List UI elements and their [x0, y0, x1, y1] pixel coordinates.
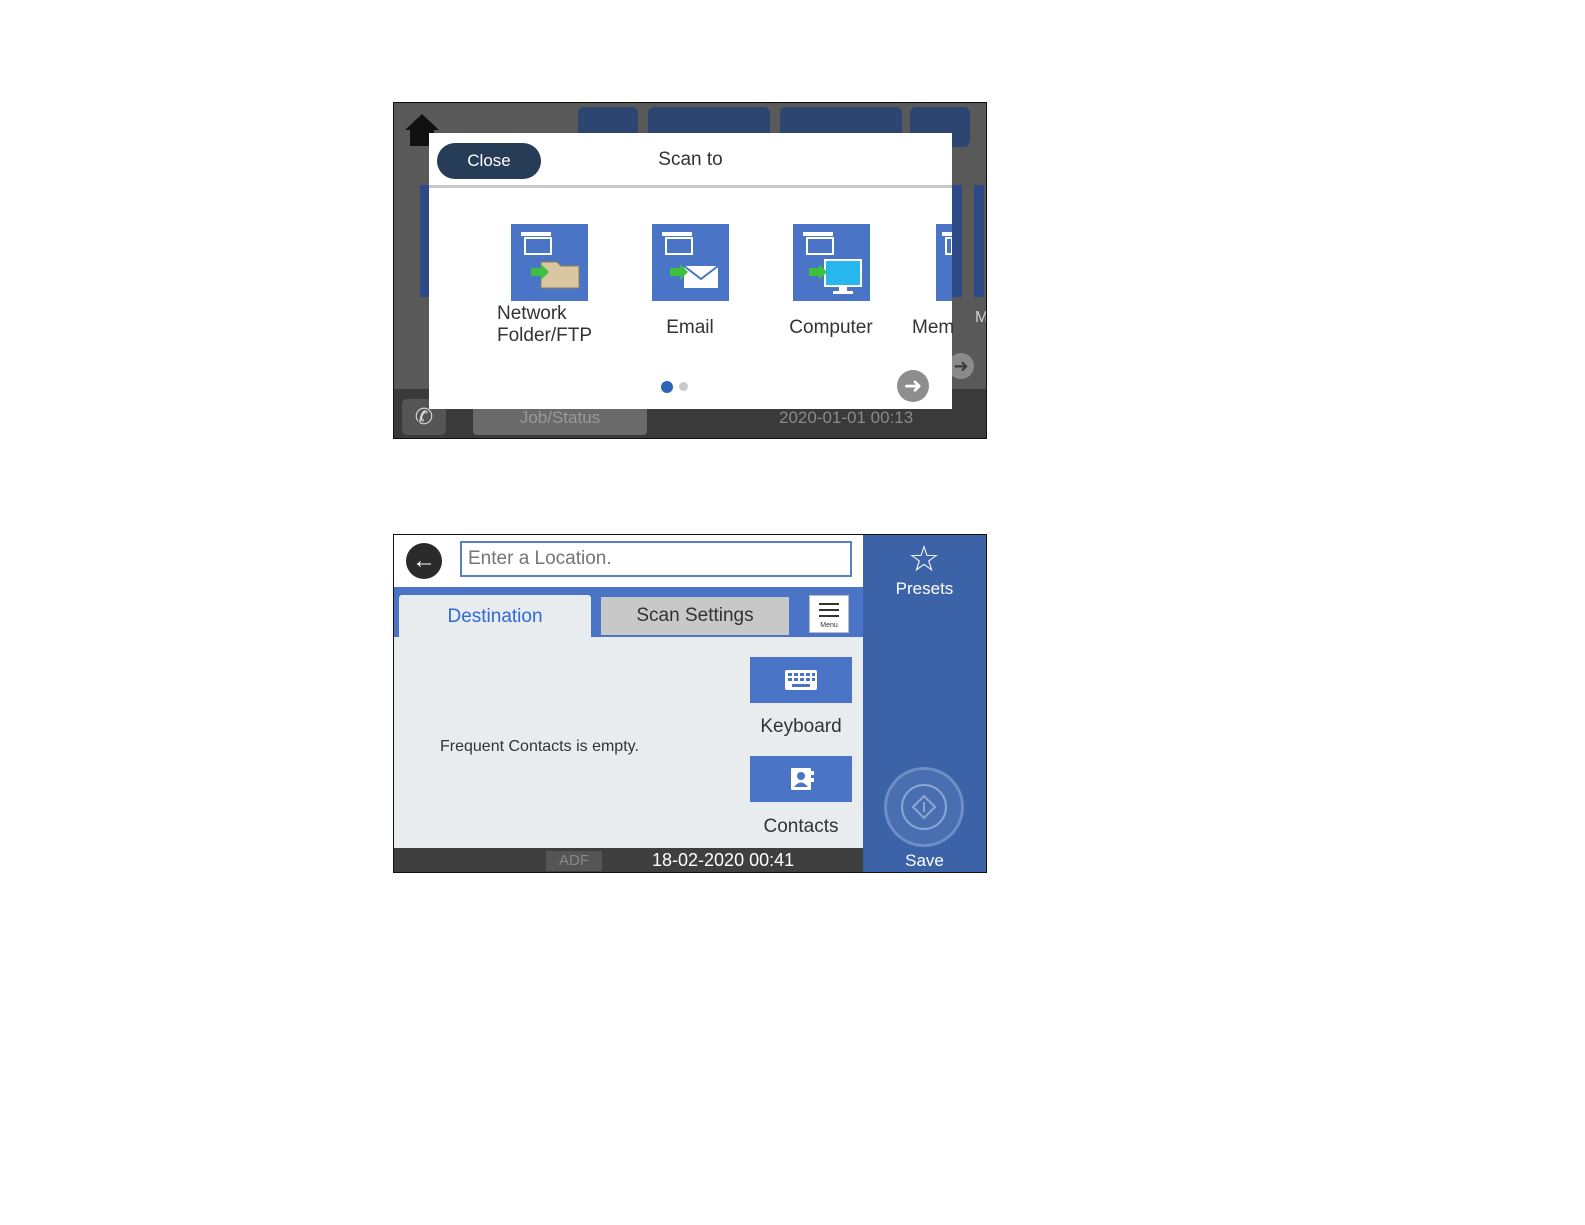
scan-option-email[interactable]: Email [630, 224, 750, 339]
computer-icon [792, 224, 870, 301]
scan-option-memory-device[interactable]: Mem [912, 224, 972, 339]
keyboard-label: Keyboard [760, 716, 842, 737]
save-label: Save [905, 851, 944, 870]
contacts-label: Contacts [763, 816, 839, 837]
menu-icon [819, 603, 839, 605]
status-datetime: 18-02-2020 00:41 [652, 850, 795, 870]
back-arrow-icon[interactable]: ← [406, 543, 442, 579]
adf-badge: ADF [546, 851, 602, 871]
page-dot [679, 382, 688, 392]
memory-device-icon [936, 224, 953, 301]
menu-label: Menu [820, 622, 838, 629]
network-folder-icon [510, 224, 588, 301]
contacts-button[interactable] [750, 756, 852, 802]
next-page-icon[interactable]: ➜ [897, 370, 929, 402]
start-button[interactable] [884, 767, 964, 847]
scan-option-label: Email [666, 317, 714, 338]
scan-to-dialog: Close Scan to Network Folder/FTP Email C… [429, 133, 954, 409]
scan-option-label: Computer [789, 317, 873, 338]
background-panel-edge [974, 185, 984, 297]
empty-contacts-message: Frequent Contacts is empty. [440, 738, 639, 755]
tab-scan-settings[interactable]: Scan Settings [601, 597, 789, 635]
scan-option-network-folder[interactable]: Network Folder/FTP [489, 224, 609, 347]
presets-label[interactable]: Presets [863, 579, 986, 599]
location-input[interactable] [460, 541, 852, 577]
scan-option-computer[interactable]: Computer [771, 224, 891, 339]
keyboard-button[interactable] [750, 657, 852, 703]
contacts-icon [791, 768, 814, 790]
background-partial-label: M [975, 309, 987, 326]
page-indicator [661, 378, 694, 396]
destination-screen: ← Destination Scan Settings Menu Frequen… [393, 534, 987, 873]
scan-option-label: Mem [912, 317, 955, 338]
page-dot-active [661, 380, 673, 393]
divider [429, 185, 952, 188]
star-icon[interactable]: ☆ [903, 539, 945, 579]
scan-option-label: Network Folder/FTP [497, 303, 593, 346]
scan-to-screen: M ➜ ✆ Job/Status 2020-01-01 00:13 Close … [393, 102, 987, 439]
start-icon [901, 784, 947, 830]
menu-button[interactable]: Menu [809, 595, 849, 633]
close-button[interactable]: Close [437, 143, 541, 179]
keyboard-icon [785, 670, 817, 690]
tab-destination[interactable]: Destination [399, 595, 591, 639]
dialog-title: Scan to [658, 149, 723, 170]
email-icon [651, 224, 729, 301]
